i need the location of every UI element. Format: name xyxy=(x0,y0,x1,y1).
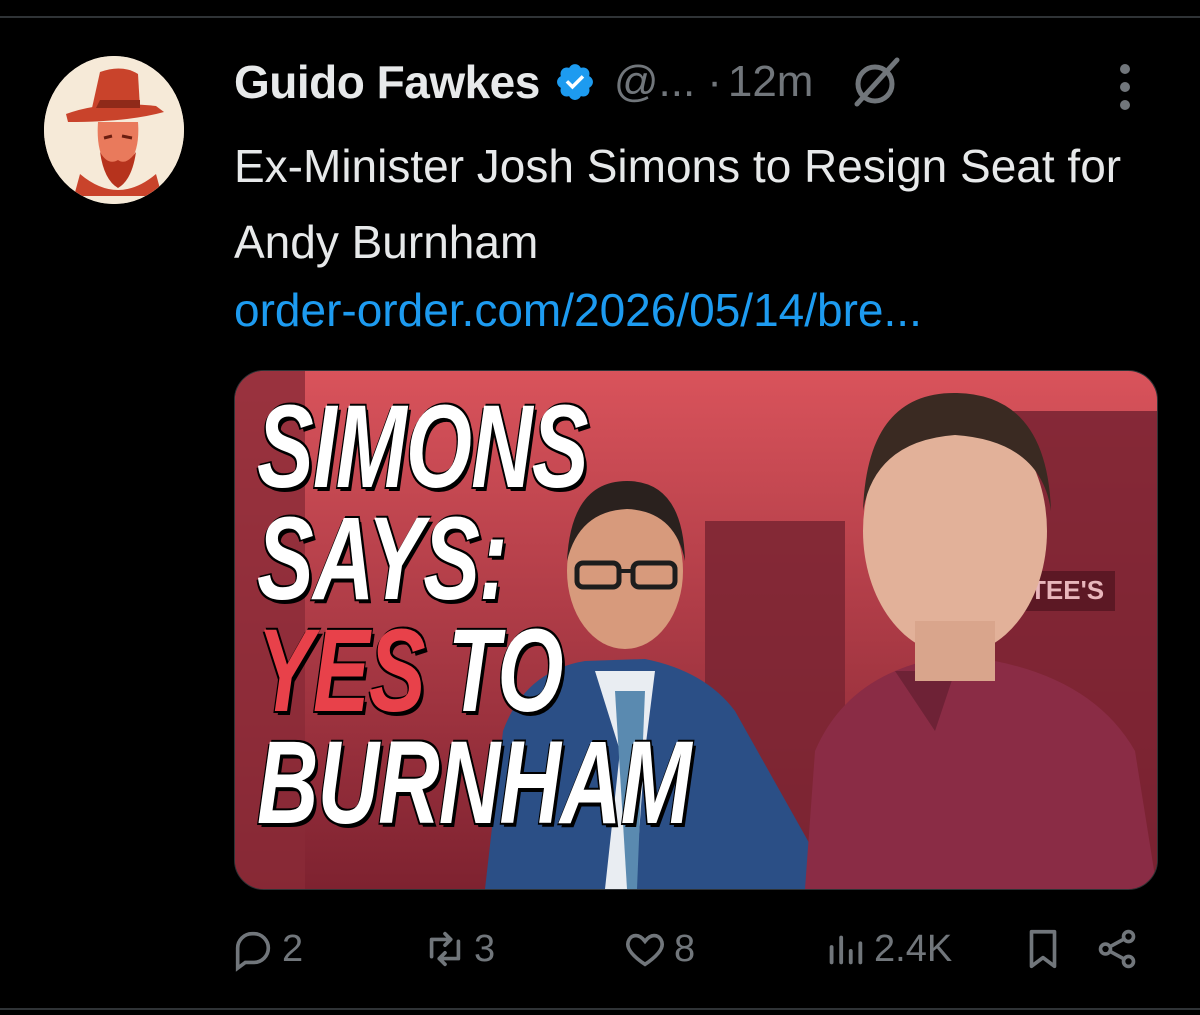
views-icon xyxy=(829,935,863,965)
views-count: 2.4K xyxy=(874,927,953,970)
views-button[interactable]: 2.4K xyxy=(822,918,952,980)
headline-line-3: YES TO xyxy=(257,612,691,730)
separator-dot: · xyxy=(707,57,722,106)
repost-count: 3 xyxy=(474,927,496,970)
like-count: 8 xyxy=(674,927,696,970)
tweet-media-image[interactable]: TEE'S SIMONS SAYS: YES TO BURNHAM xyxy=(234,370,1158,890)
verified-badge-icon xyxy=(556,64,593,100)
reply-count: 2 xyxy=(282,927,304,970)
reply-icon xyxy=(235,931,271,972)
bookmark-button[interactable] xyxy=(1020,918,1072,980)
headline-line-4: BURNHAM xyxy=(257,717,692,850)
headline-line-1: SIMONS xyxy=(257,381,589,513)
share-icon xyxy=(1098,929,1136,969)
tweet-header: Guido Fawkes @... · 12m xyxy=(234,52,1140,112)
reply-button[interactable]: 2 xyxy=(230,918,303,980)
shop-sign: TEE'S xyxy=(1030,575,1104,605)
bottom-divider xyxy=(0,1008,1200,1010)
avatar[interactable] xyxy=(44,56,184,204)
headline-line-2: SAYS: xyxy=(257,493,507,626)
guido-fawkes-logo xyxy=(44,56,184,204)
more-icon[interactable] xyxy=(1114,62,1136,112)
top-divider xyxy=(0,16,1200,18)
tweet-text: Ex-Minister Josh Simons to Resign Seat f… xyxy=(234,140,1122,268)
action-bar: 2 3 8 2.4K xyxy=(230,918,1150,980)
repost-button[interactable]: 3 xyxy=(422,918,495,980)
tweet-timestamp[interactable]: 12m xyxy=(728,57,814,107)
media-headline: SIMONS SAYS: YES TO BURNHAM xyxy=(257,381,692,850)
tweet-link[interactable]: order-order.com/2026/05/14/bre... xyxy=(234,280,922,340)
author-name[interactable]: Guido Fawkes xyxy=(234,55,540,109)
grok-icon[interactable] xyxy=(847,52,907,112)
like-icon xyxy=(626,933,664,967)
bookmark-icon xyxy=(1029,929,1057,969)
like-button[interactable]: 8 xyxy=(622,918,695,980)
share-button[interactable] xyxy=(1094,918,1146,980)
repost-icon xyxy=(429,931,461,967)
author-handle[interactable]: @... xyxy=(614,57,695,107)
